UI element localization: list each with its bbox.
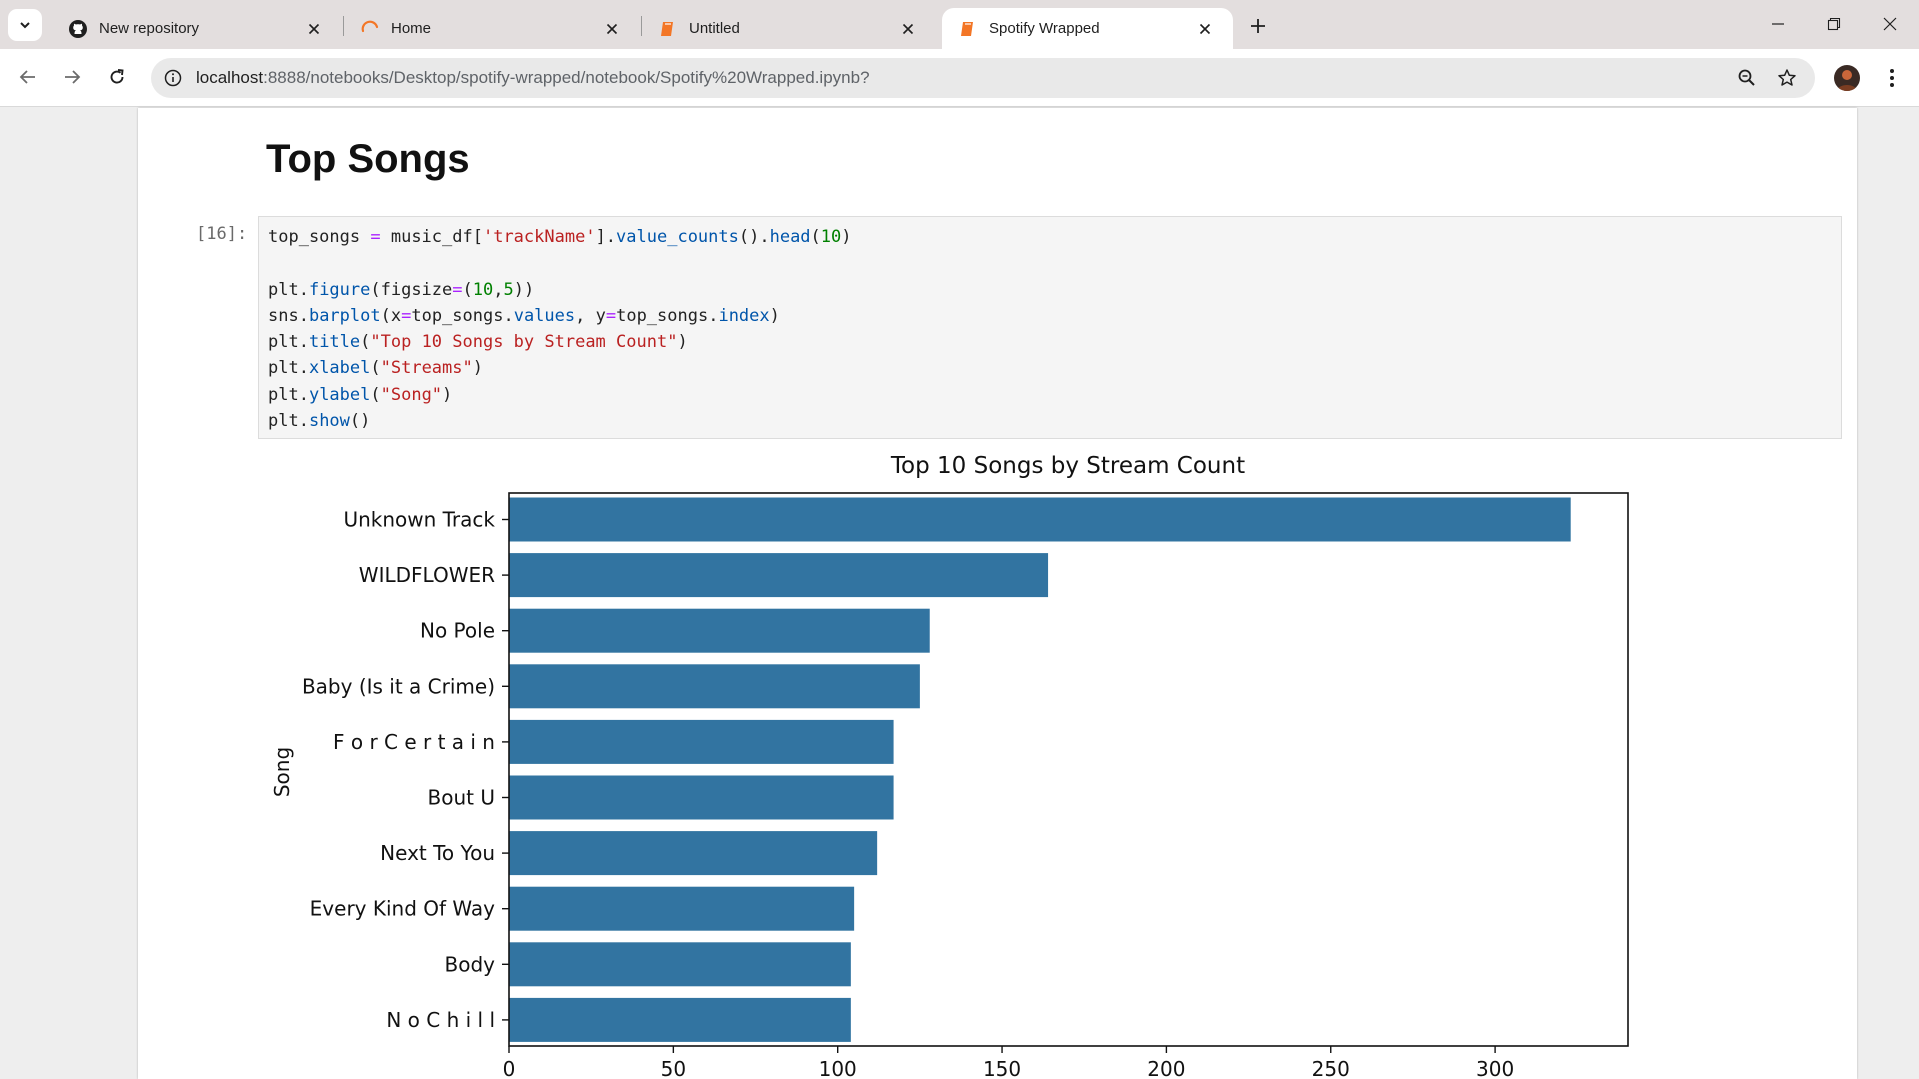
bar bbox=[509, 942, 851, 987]
y-tick-label: Next To You bbox=[380, 841, 495, 865]
y-tick-label: Every Kind Of Way bbox=[310, 897, 495, 921]
new-tab-button[interactable] bbox=[1242, 12, 1274, 40]
tab-search-button[interactable] bbox=[8, 9, 42, 41]
plus-icon bbox=[1251, 19, 1265, 33]
cell-prompt: [16]: bbox=[196, 224, 248, 244]
tab-title: Home bbox=[391, 20, 432, 37]
y-tick-label: No Pole bbox=[420, 619, 495, 643]
url-text: localhost:8888/notebooks/Desktop/spotify… bbox=[196, 68, 870, 88]
arrow-left-icon bbox=[19, 70, 35, 84]
tab-strip: New repository Home Untitled Spotify Wra… bbox=[0, 0, 1919, 49]
browser-menu-button[interactable] bbox=[1880, 63, 1904, 93]
chevron-down-icon bbox=[20, 22, 30, 29]
bar bbox=[509, 886, 855, 931]
y-tick-label: F o r C e r t a i n bbox=[333, 730, 495, 754]
bar bbox=[509, 719, 894, 764]
y-axis-label: Song bbox=[270, 747, 294, 797]
x-tick-label: 200 bbox=[1147, 1057, 1185, 1079]
code-line: top_songs = music_df['trackName'].value_… bbox=[268, 227, 852, 247]
notebook-icon bbox=[958, 19, 978, 39]
code-line: plt.figure(figsize=(10,5)) bbox=[268, 279, 535, 300]
address-bar[interactable]: localhost:8888/notebooks/Desktop/spotify… bbox=[151, 58, 1815, 98]
bar bbox=[509, 497, 1571, 542]
code-line: plt.xlabel("Streams") bbox=[268, 358, 483, 379]
y-tick-label: Body bbox=[445, 952, 496, 976]
y-tick-label: Unknown Track bbox=[343, 508, 495, 532]
jupyter-icon bbox=[360, 19, 380, 39]
x-tick-label: 300 bbox=[1476, 1057, 1514, 1079]
x-tick-label: 100 bbox=[819, 1057, 857, 1079]
reload-button[interactable] bbox=[99, 59, 135, 95]
y-tick-label: WILDFLOWER bbox=[359, 563, 495, 587]
code-line: plt.title("Top 10 Songs by Stream Count"… bbox=[268, 332, 688, 353]
url-host: localhost bbox=[196, 68, 264, 87]
tab-title: New repository bbox=[99, 20, 200, 37]
back-button[interactable] bbox=[10, 59, 46, 95]
y-tick-label: Baby (Is it a Crime) bbox=[302, 674, 495, 698]
close-icon[interactable] bbox=[898, 19, 918, 39]
notebook-icon bbox=[658, 19, 678, 39]
bar-chart: Top 10 Songs by Stream Count Song Unknow… bbox=[270, 453, 1629, 1079]
y-tick-labels: Unknown Track WILDFLOWER No Pole Baby (Is i… bbox=[302, 508, 509, 1032]
tab-title: Spotify Wrapped bbox=[989, 20, 1100, 37]
code-line: plt.ylabel("Song") bbox=[268, 384, 453, 405]
browser-toolbar: localhost:8888/notebooks/Desktop/spotify… bbox=[0, 49, 1919, 107]
bookmark-star-icon[interactable] bbox=[1775, 66, 1799, 90]
markdown-heading: Top Songs bbox=[266, 137, 470, 181]
close-icon[interactable] bbox=[1195, 19, 1215, 39]
tab-untitled[interactable]: Untitled bbox=[642, 8, 936, 49]
restore-button[interactable] bbox=[1809, 6, 1859, 42]
tab-spotify-wrapped[interactable]: Spotify Wrapped bbox=[942, 8, 1233, 49]
code-editor[interactable]: top_songs = music_df['trackName'].value_… bbox=[268, 224, 852, 434]
x-tick-label: 0 bbox=[503, 1057, 516, 1079]
minimize-icon bbox=[1772, 23, 1784, 25]
close-icon bbox=[1883, 17, 1897, 31]
tab-home[interactable]: Home bbox=[344, 8, 640, 49]
profile-avatar[interactable] bbox=[1834, 65, 1860, 91]
restore-icon bbox=[1827, 17, 1841, 31]
code-cell[interactable]: top_songs = music_df['trackName'].value_… bbox=[258, 216, 1842, 439]
bar bbox=[509, 831, 878, 876]
bar bbox=[509, 997, 851, 1042]
code-line: plt.show() bbox=[268, 411, 371, 432]
code-line: sns.barplot(x=top_songs.values, y=top_so… bbox=[268, 305, 780, 326]
bar bbox=[509, 664, 920, 709]
bar bbox=[509, 775, 894, 820]
url-path: :8888/notebooks/Desktop/spotify-wrapped/… bbox=[263, 68, 870, 87]
bar bbox=[509, 608, 930, 653]
y-tick-label: N o C h i l l bbox=[386, 1008, 495, 1032]
site-info-icon[interactable] bbox=[161, 66, 185, 90]
tab-new-repository[interactable]: New repository bbox=[52, 8, 342, 49]
github-icon bbox=[68, 19, 88, 39]
zoom-icon[interactable] bbox=[1735, 66, 1759, 90]
x-tick-label: 250 bbox=[1312, 1057, 1350, 1079]
minimize-button[interactable] bbox=[1753, 6, 1803, 42]
chart-title: Top 10 Songs by Stream Count bbox=[890, 453, 1245, 479]
close-icon[interactable] bbox=[304, 19, 324, 39]
x-tick-label: 150 bbox=[983, 1057, 1021, 1079]
tab-title: Untitled bbox=[689, 20, 740, 37]
reload-icon bbox=[110, 69, 124, 84]
x-ticks: 0 50 100 150 200 250 300 bbox=[503, 1046, 1514, 1079]
forward-button[interactable] bbox=[54, 59, 90, 95]
bars-group bbox=[509, 497, 1571, 1042]
more-vert-icon bbox=[1890, 69, 1894, 87]
bar bbox=[509, 553, 1049, 598]
arrow-right-icon bbox=[65, 70, 81, 84]
x-tick-label: 50 bbox=[661, 1057, 686, 1079]
y-tick-label: Bout U bbox=[428, 786, 495, 810]
window-close-button[interactable] bbox=[1865, 6, 1915, 42]
close-icon[interactable] bbox=[602, 19, 622, 39]
